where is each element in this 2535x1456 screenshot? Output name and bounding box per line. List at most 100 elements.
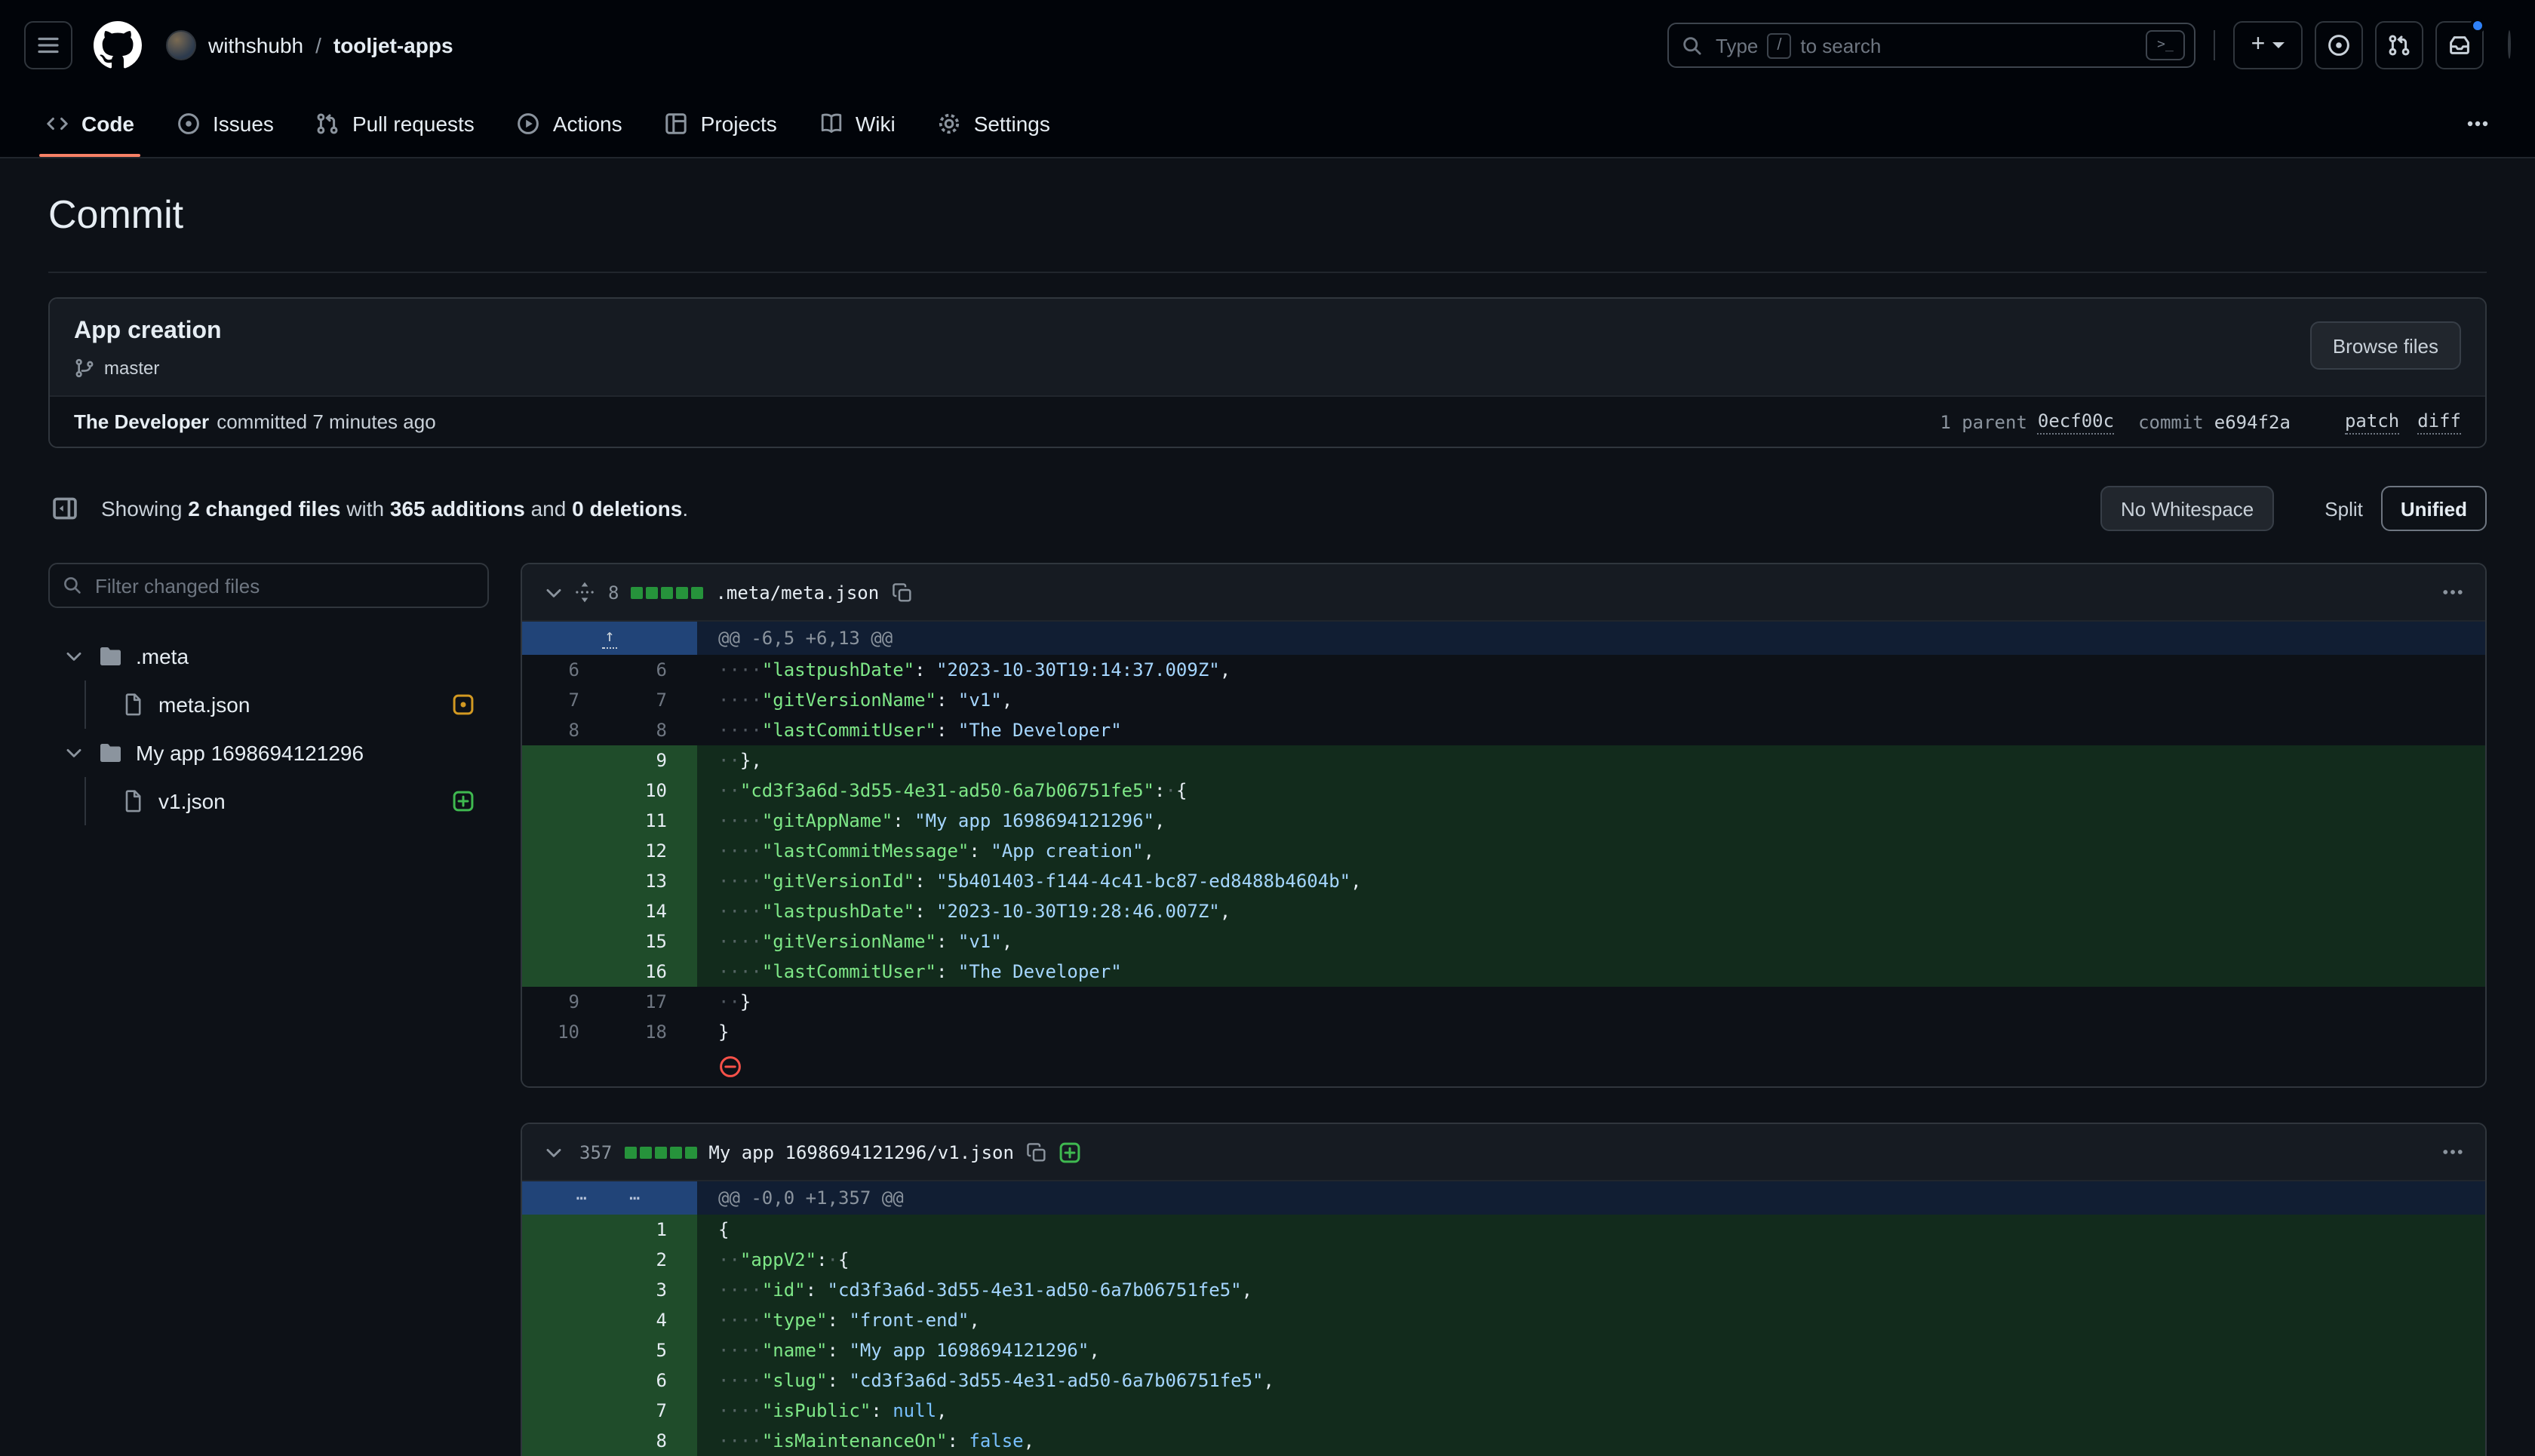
new-line-number[interactable]: 10 xyxy=(610,776,697,806)
hunk-gutter[interactable]: ⋯⋯ xyxy=(522,1181,697,1215)
old-line-number[interactable] xyxy=(522,1245,610,1275)
browse-files-button[interactable]: Browse files xyxy=(2310,321,2461,370)
collapse-file-button[interactable] xyxy=(537,1135,570,1169)
command-palette-icon[interactable]: >_ xyxy=(2146,30,2185,60)
nav-overflow-button[interactable] xyxy=(2466,91,2490,157)
owner-avatar[interactable] xyxy=(166,30,196,60)
breadcrumb-owner-link[interactable]: withshubh xyxy=(208,33,303,57)
tab-issues[interactable]: Issues xyxy=(155,91,295,157)
pull-requests-button[interactable] xyxy=(2375,21,2423,69)
chevron-down-icon[interactable] xyxy=(63,742,84,763)
new-line-number[interactable]: 6 xyxy=(610,1365,697,1396)
new-line-number[interactable]: 7 xyxy=(610,1396,697,1426)
diffstat-squares xyxy=(624,1146,696,1158)
new-line-number[interactable]: 2 xyxy=(610,1245,697,1275)
commit-meta-row: The Developer committed 7 minutes ago 1 … xyxy=(50,395,2485,447)
new-line-number[interactable]: 6 xyxy=(610,655,697,685)
new-line-number[interactable]: 3 xyxy=(610,1275,697,1305)
new-line-number[interactable]: 17 xyxy=(610,987,697,1017)
file-options-kebab-button[interactable] xyxy=(2435,1138,2470,1166)
inbox-button[interactable] xyxy=(2435,21,2484,69)
new-line-number[interactable]: 12 xyxy=(610,836,697,866)
old-line-number[interactable] xyxy=(522,1215,610,1245)
old-line-number[interactable] xyxy=(522,896,610,926)
tree-folder-item[interactable]: .meta xyxy=(48,632,489,680)
new-line-number[interactable]: 14 xyxy=(610,896,697,926)
file-options-kebab-button[interactable] xyxy=(2435,578,2470,607)
old-line-number[interactable] xyxy=(522,866,610,896)
move-handle-icon[interactable] xyxy=(573,581,596,604)
old-line-number[interactable]: 8 xyxy=(522,715,610,745)
code-line: ····"isPublic": null, xyxy=(697,1396,2485,1426)
new-line-number[interactable]: 11 xyxy=(610,806,697,836)
title-divider xyxy=(48,272,2487,273)
new-line-number[interactable]: 7 xyxy=(610,685,697,715)
filter-files-input[interactable] xyxy=(95,574,475,597)
hunk-gutter[interactable]: ↑ xyxy=(522,622,697,655)
copy-file-path-button[interactable] xyxy=(891,582,912,603)
unified-view-button[interactable]: Unified xyxy=(2381,486,2487,531)
tree-folder-item[interactable]: My app 1698694121296 xyxy=(48,729,489,777)
inbox-icon xyxy=(2447,33,2472,57)
old-line-number[interactable] xyxy=(522,745,610,776)
diff-file-name-link[interactable]: .meta/meta.json xyxy=(715,582,879,603)
branch-name[interactable]: master xyxy=(104,358,159,379)
file-tree-toggle-button[interactable] xyxy=(48,492,81,525)
copy-icon xyxy=(891,582,912,603)
breadcrumb-repo-link[interactable]: tooljet-apps xyxy=(333,33,453,57)
commit-author[interactable]: The Developer xyxy=(74,410,209,433)
new-line-number[interactable]: 9 xyxy=(610,745,697,776)
global-search-input[interactable]: Type / to search >_ xyxy=(1667,23,2195,68)
tab-wiki[interactable]: Wiki xyxy=(798,91,917,157)
hamburger-menu-button[interactable] xyxy=(24,21,72,69)
tree-file-item[interactable]: v1.json xyxy=(48,777,489,825)
old-line-number[interactable] xyxy=(522,1426,610,1456)
old-line-number[interactable] xyxy=(522,1275,610,1305)
chevron-down-icon[interactable] xyxy=(63,646,84,667)
tab-actions[interactable]: Actions xyxy=(496,91,644,157)
no-whitespace-button[interactable]: No Whitespace xyxy=(2101,486,2273,531)
tree-file-item[interactable]: meta.json xyxy=(48,680,489,729)
create-new-button[interactable]: + xyxy=(2233,21,2303,69)
tab-pull-requests[interactable]: Pull requests xyxy=(295,91,496,157)
parent-sha-link[interactable]: 0ecf00c xyxy=(2038,410,2114,434)
copy-file-path-button[interactable] xyxy=(1026,1141,1047,1163)
old-line-number[interactable]: 6 xyxy=(522,655,610,685)
new-line-number[interactable]: 13 xyxy=(610,866,697,896)
old-line-number[interactable]: 9 xyxy=(522,987,610,1017)
old-line-number[interactable] xyxy=(522,776,610,806)
diff-context-line: 88····"lastCommitUser": "The Developer" xyxy=(522,715,2485,745)
github-logo-icon[interactable] xyxy=(94,21,142,69)
new-line-number[interactable]: 1 xyxy=(610,1215,697,1245)
diff-added-line: 12····"lastCommitMessage": "App creation… xyxy=(522,836,2485,866)
diff-link[interactable]: diff xyxy=(2417,410,2461,434)
collapse-file-button[interactable] xyxy=(537,576,570,609)
old-line-number[interactable] xyxy=(522,1396,610,1426)
old-line-number[interactable] xyxy=(522,836,610,866)
old-line-number[interactable] xyxy=(522,1335,610,1365)
old-line-number[interactable] xyxy=(522,957,610,987)
new-line-number[interactable]: 5 xyxy=(610,1335,697,1365)
new-line-number[interactable]: 4 xyxy=(610,1305,697,1335)
old-line-number[interactable] xyxy=(522,806,610,836)
tab-settings[interactable]: Settings xyxy=(917,91,1071,157)
old-line-number[interactable] xyxy=(522,1365,610,1396)
user-avatar-button[interactable] xyxy=(2508,32,2511,59)
old-line-number[interactable]: 10 xyxy=(522,1017,610,1047)
old-line-number[interactable]: 7 xyxy=(522,685,610,715)
split-view-button[interactable]: Split xyxy=(2306,486,2381,531)
old-line-number[interactable] xyxy=(522,926,610,957)
new-line-number[interactable]: 8 xyxy=(610,1426,697,1456)
expand-up-icon[interactable]: ↑ xyxy=(601,628,617,649)
old-line-number[interactable] xyxy=(522,1305,610,1335)
new-line-number[interactable]: 15 xyxy=(610,926,697,957)
new-line-number[interactable]: 8 xyxy=(610,715,697,745)
diff-file-name-link[interactable]: My app 1698694121296/v1.json xyxy=(708,1141,1014,1163)
issues-button[interactable] xyxy=(2315,21,2363,69)
code-line: ····"lastCommitUser": "The Developer" xyxy=(697,715,2485,745)
tab-projects[interactable]: Projects xyxy=(644,91,798,157)
tab-code[interactable]: Code xyxy=(24,91,155,157)
new-line-number[interactable]: 16 xyxy=(610,957,697,987)
patch-link[interactable]: patch xyxy=(2345,410,2399,434)
new-line-number[interactable]: 18 xyxy=(610,1017,697,1047)
